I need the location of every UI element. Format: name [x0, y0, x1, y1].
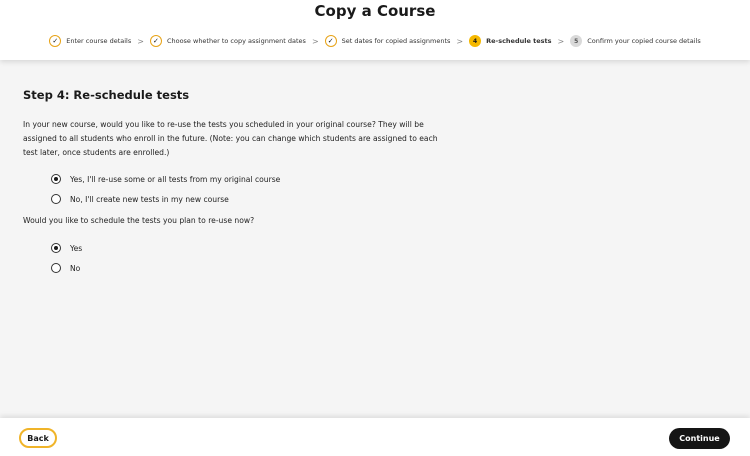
step-set-dates[interactable]: ✓ Set dates for copied assignments — [324, 35, 451, 47]
chevron-right-icon: > — [311, 36, 319, 46]
checkmark-icon: ✓ — [149, 35, 162, 47]
chevron-right-icon: > — [456, 36, 464, 46]
step-label: Re-schedule tests — [486, 37, 552, 45]
step-enter-course-details[interactable]: ✓ Enter course details — [49, 35, 131, 47]
page-footer: Back Continue — [0, 418, 750, 456]
step-label: Set dates for copied assignments — [341, 37, 451, 45]
radio-button-checked[interactable] — [51, 243, 61, 253]
radio-label: No — [70, 263, 81, 273]
step-confirm-details: 5 Confirm your copied course details — [570, 35, 701, 47]
step-label: Choose whether to copy assignment dates — [166, 37, 306, 45]
radio-label: No, I'll create new tests in my new cour… — [70, 194, 229, 204]
radio-schedule-no[interactable]: No — [51, 263, 80, 273]
chevron-right-icon: > — [557, 36, 565, 46]
radio-button-checked[interactable] — [51, 174, 61, 184]
schedule-question: Would you like to schedule the tests you… — [23, 216, 255, 225]
radio-button[interactable] — [51, 263, 61, 273]
step-number-badge: 5 — [570, 35, 583, 47]
step-number-badge: 4 — [469, 35, 482, 47]
main-content: Step 4: Re-schedule tests In your new co… — [0, 60, 750, 418]
back-button[interactable]: Back — [19, 428, 57, 448]
radio-schedule-yes[interactable]: Yes — [51, 243, 82, 253]
checkmark-icon: ✓ — [49, 35, 62, 47]
step-reschedule-tests: 4 Re-schedule tests — [469, 35, 552, 47]
page-title: Copy a Course — [314, 2, 436, 20]
radio-label: Yes, I'll re-use some or all tests from … — [70, 174, 281, 184]
page-header: Copy a Course ✓ Enter course details > ✓… — [0, 0, 750, 60]
intro-text: In your new course, would you like to re… — [23, 120, 438, 157]
radio-label: Yes — [70, 243, 83, 253]
checkmark-icon: ✓ — [324, 35, 337, 47]
step-title: Step 4: Re-schedule tests — [23, 88, 190, 102]
radio-reuse-no[interactable]: No, I'll create new tests in my new cour… — [51, 194, 229, 204]
radio-reuse-yes[interactable]: Yes, I'll re-use some or all tests from … — [51, 174, 280, 184]
step-label: Confirm your copied course details — [587, 37, 701, 45]
continue-button[interactable]: Continue — [669, 428, 730, 449]
progress-stepper: ✓ Enter course details > ✓ Choose whethe… — [0, 32, 750, 50]
step-copy-assignment-dates[interactable]: ✓ Choose whether to copy assignment date… — [149, 35, 306, 47]
radio-button[interactable] — [51, 194, 61, 204]
chevron-right-icon: > — [137, 36, 144, 46]
step-label: Enter course details — [66, 37, 132, 45]
